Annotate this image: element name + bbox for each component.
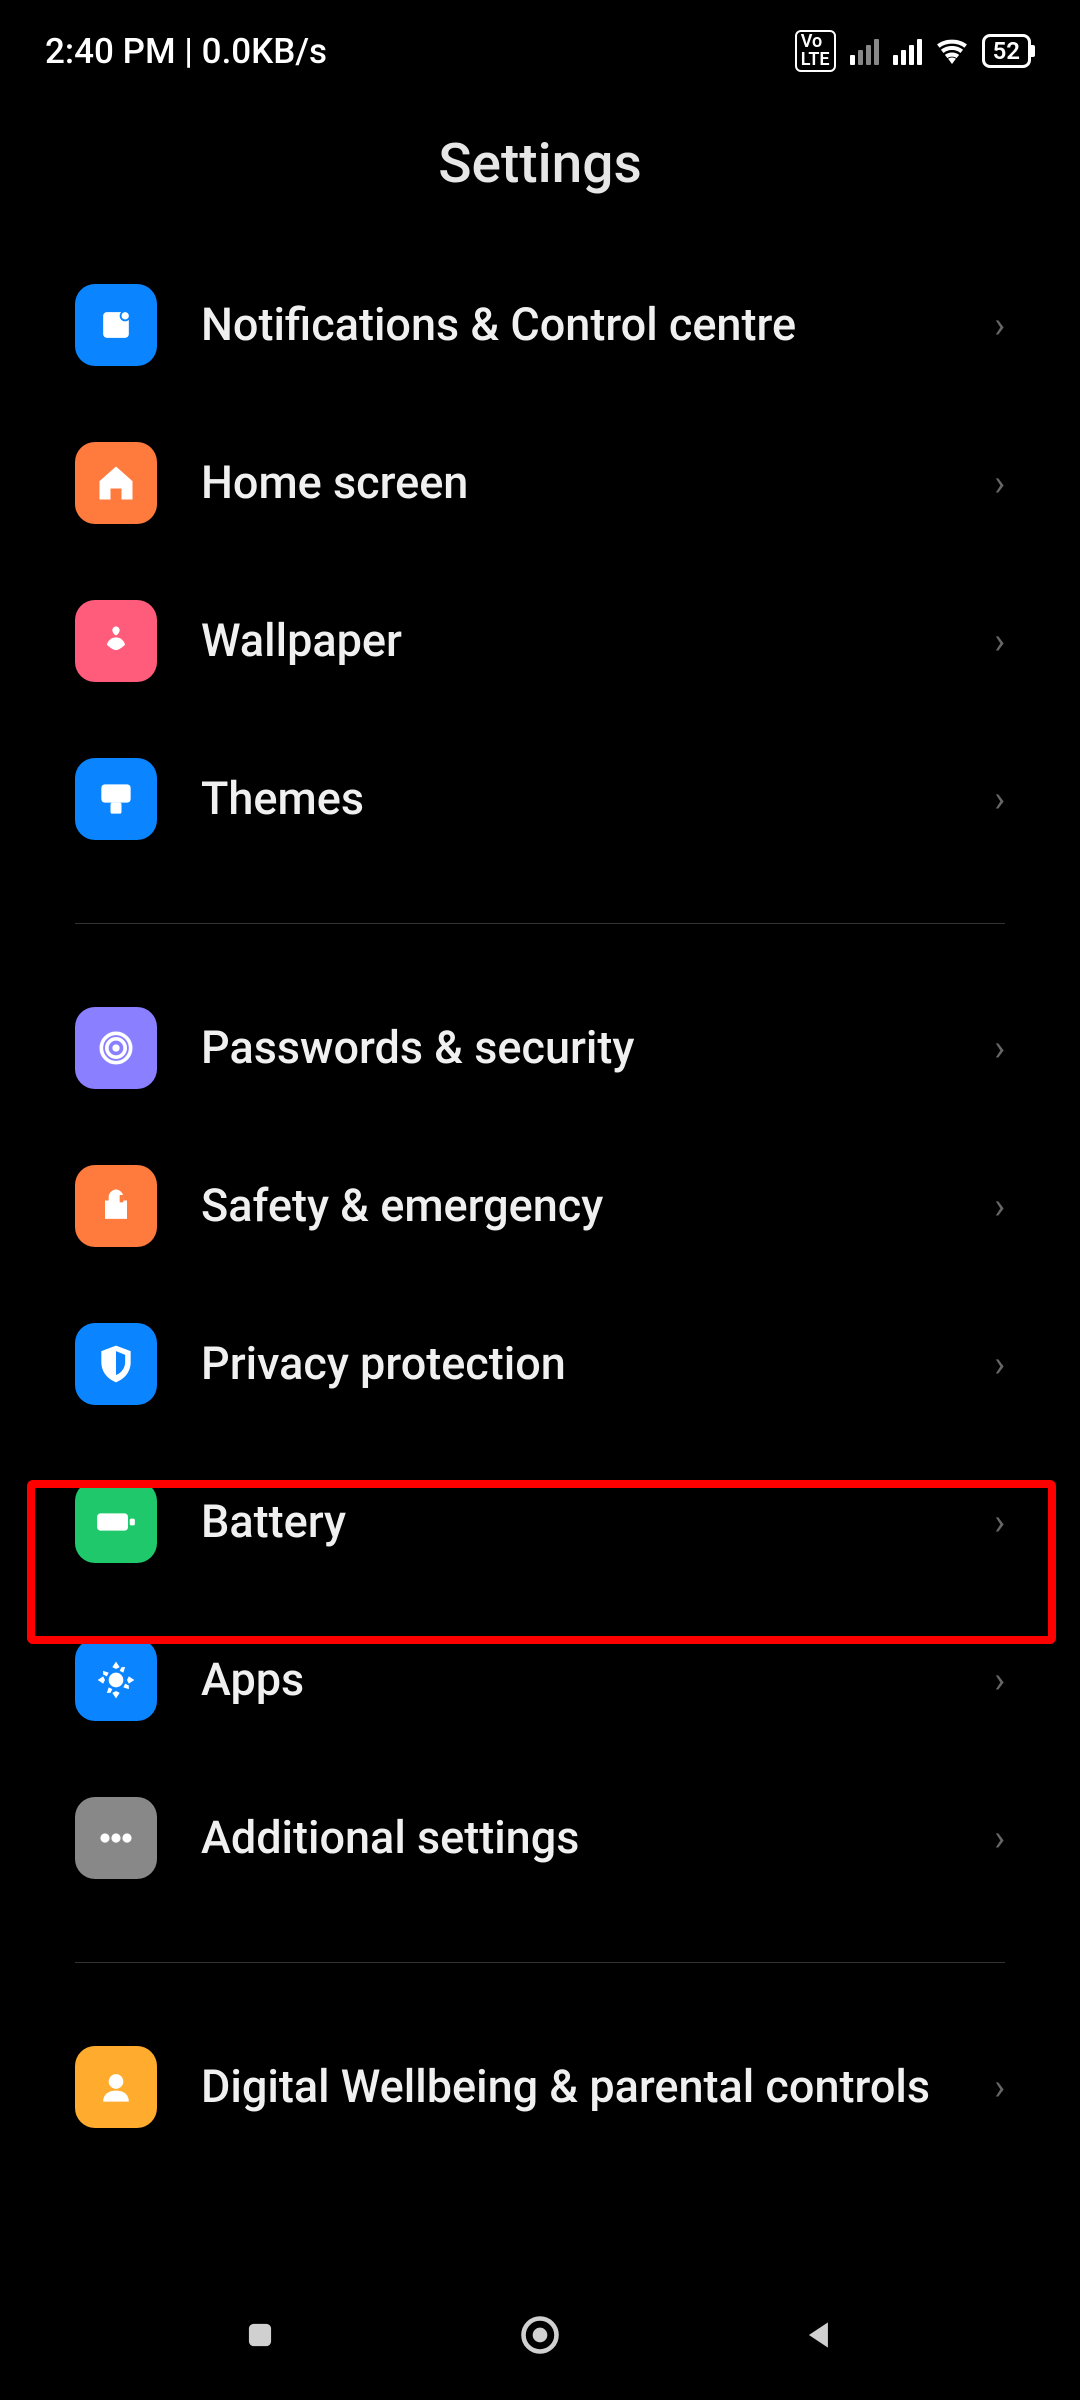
chevron-right-icon: › <box>994 778 1005 820</box>
settings-item-passwords[interactable]: Passwords & security › <box>75 969 1005 1127</box>
settings-item-safety[interactable]: Safety & emergency › <box>75 1127 1005 1285</box>
item-label: Additional settings <box>201 1811 994 1865</box>
themes-icon <box>75 758 157 840</box>
status-left: 2:40 PM | 0.0KB/s <box>45 31 327 72</box>
status-data-rate: 0.0KB/s <box>202 31 327 72</box>
chevron-right-icon: › <box>994 1501 1005 1543</box>
item-label: Themes <box>201 772 994 826</box>
home-icon <box>75 442 157 524</box>
status-time: 2:40 PM <box>45 31 176 72</box>
chevron-right-icon: › <box>994 1343 1005 1385</box>
divider <box>75 923 1005 924</box>
volte-icon: VoLTE <box>795 30 836 72</box>
battery-percent: 52 <box>982 34 1031 68</box>
settings-item-additional[interactable]: Additional settings › <box>75 1759 1005 1917</box>
item-label: Digital Wellbeing & parental controls <box>201 2060 994 2114</box>
settings-item-wellbeing[interactable]: Digital Wellbeing & parental controls › <box>75 2008 1005 2166</box>
settings-item-homescreen[interactable]: Home screen › <box>75 404 1005 562</box>
more-dots-icon <box>75 1797 157 1879</box>
settings-item-wallpaper[interactable]: Wallpaper › <box>75 562 1005 720</box>
item-label: Apps <box>201 1653 994 1707</box>
chevron-right-icon: › <box>994 2066 1005 2108</box>
item-label: Safety & emergency <box>201 1179 994 1233</box>
wifi-icon <box>936 38 968 64</box>
shield-icon <box>75 1323 157 1405</box>
battery-icon <box>75 1481 157 1563</box>
wellbeing-icon <box>75 2046 157 2128</box>
chevron-right-icon: › <box>994 1659 1005 1701</box>
settings-item-privacy[interactable]: Privacy protection › <box>75 1285 1005 1443</box>
status-separator: | <box>176 31 202 72</box>
divider <box>75 1962 1005 1963</box>
nav-home-button[interactable] <box>515 2310 565 2360</box>
chevron-right-icon: › <box>994 1185 1005 1227</box>
item-label: Wallpaper <box>201 614 994 668</box>
chevron-right-icon: › <box>994 1027 1005 1069</box>
notifications-icon <box>75 284 157 366</box>
settings-item-themes[interactable]: Themes › <box>75 720 1005 878</box>
status-bar: 2:40 PM | 0.0KB/s VoLTE 52 <box>0 0 1080 92</box>
settings-list: Notifications & Control centre › Home sc… <box>0 246 1080 2166</box>
nav-recents-button[interactable] <box>235 2310 285 2360</box>
battery-icon: 52 <box>982 34 1035 68</box>
page-title: Settings <box>0 92 1080 246</box>
item-label: Battery <box>201 1495 994 1549</box>
settings-item-apps[interactable]: Apps › <box>75 1601 1005 1759</box>
item-label: Home screen <box>201 456 994 510</box>
apps-gear-icon <box>75 1639 157 1721</box>
wallpaper-icon <box>75 600 157 682</box>
settings-item-battery[interactable]: Battery › <box>75 1443 1005 1601</box>
item-label: Notifications & Control centre <box>201 298 994 352</box>
chevron-right-icon: › <box>994 462 1005 504</box>
safety-icon <box>75 1165 157 1247</box>
settings-item-notifications[interactable]: Notifications & Control centre › <box>75 246 1005 404</box>
chevron-right-icon: › <box>994 1817 1005 1859</box>
chevron-right-icon: › <box>994 304 1005 346</box>
nav-back-button[interactable] <box>795 2310 845 2360</box>
chevron-right-icon: › <box>994 620 1005 662</box>
signal-sim1-icon <box>850 37 879 65</box>
navigation-bar <box>0 2270 1080 2400</box>
status-right: VoLTE 52 <box>795 30 1035 72</box>
item-label: Privacy protection <box>201 1337 994 1391</box>
signal-sim2-icon <box>893 37 922 65</box>
fingerprint-icon <box>75 1007 157 1089</box>
item-label: Passwords & security <box>201 1021 994 1075</box>
